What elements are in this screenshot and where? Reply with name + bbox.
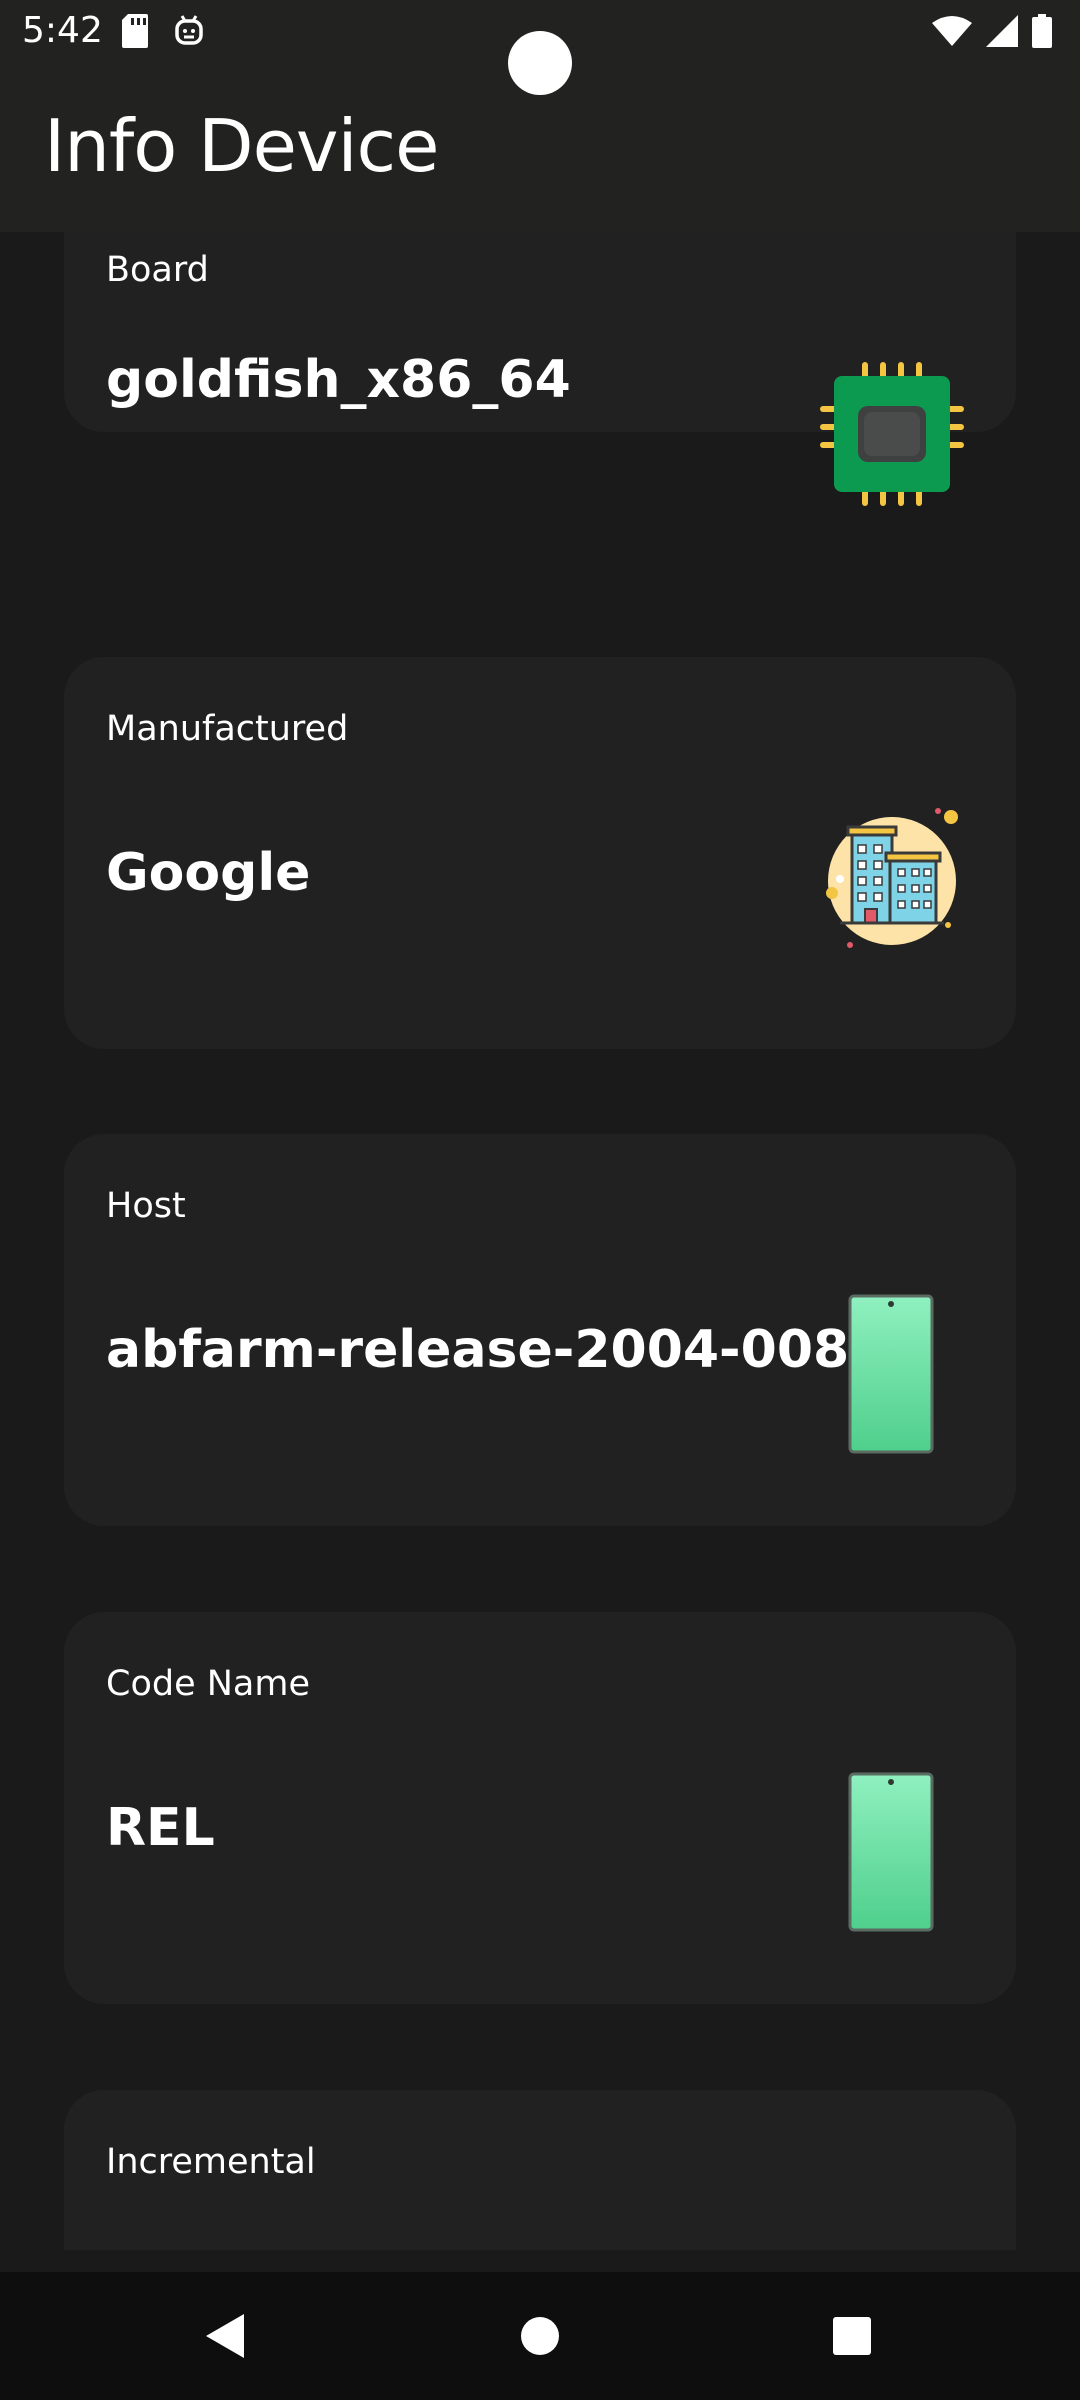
card-label: Board — [106, 250, 209, 290]
card-label: Host — [106, 1186, 186, 1226]
camera-cutout — [508, 31, 572, 95]
phone-icon — [848, 1772, 934, 1932]
back-button[interactable] — [156, 2272, 296, 2400]
card-label: Incremental — [106, 2142, 316, 2182]
chip-icon — [820, 362, 964, 506]
back-icon — [206, 2314, 244, 2358]
recents-icon — [833, 2317, 871, 2355]
card-value: Google — [106, 843, 311, 903]
wifi-icon — [932, 16, 972, 46]
status-right-icons — [932, 14, 1052, 48]
screen: 5:42 Info Device Board goldfish_x86_64 M… — [0, 0, 1080, 2400]
card-value: abfarm-release-2004-0082 — [106, 1320, 886, 1380]
info-card-code-name[interactable]: Code Name REL — [64, 1612, 1016, 2004]
info-card-manufactured[interactable]: Manufactured Google — [64, 657, 1016, 1049]
info-list[interactable]: Board goldfish_x86_64 Manufactured Googl… — [0, 232, 1080, 2250]
card-value: REL — [106, 1798, 215, 1858]
info-card-incremental[interactable]: Incremental — [64, 2090, 1016, 2250]
home-icon — [521, 2317, 559, 2355]
cell-signal-icon — [986, 15, 1018, 47]
recents-button[interactable] — [782, 2272, 922, 2400]
building-icon — [826, 808, 958, 948]
info-card-host[interactable]: Host abfarm-release-2004-0082 — [64, 1134, 1016, 1526]
app-notification-icon — [175, 15, 203, 45]
phone-icon — [848, 1294, 934, 1454]
status-time: 5:42 — [22, 10, 103, 51]
status-left-icons — [122, 14, 204, 48]
home-button[interactable] — [470, 2272, 610, 2400]
battery-icon — [1032, 14, 1052, 48]
card-label: Manufactured — [106, 709, 349, 749]
app-title: Info Device — [44, 104, 439, 188]
nav-bar — [0, 2272, 1080, 2400]
card-label: Code Name — [106, 1664, 310, 1704]
card-value: goldfish_x86_64 — [106, 350, 571, 410]
info-card-board[interactable]: Board goldfish_x86_64 — [64, 232, 1016, 506]
sd-card-icon — [122, 14, 148, 48]
